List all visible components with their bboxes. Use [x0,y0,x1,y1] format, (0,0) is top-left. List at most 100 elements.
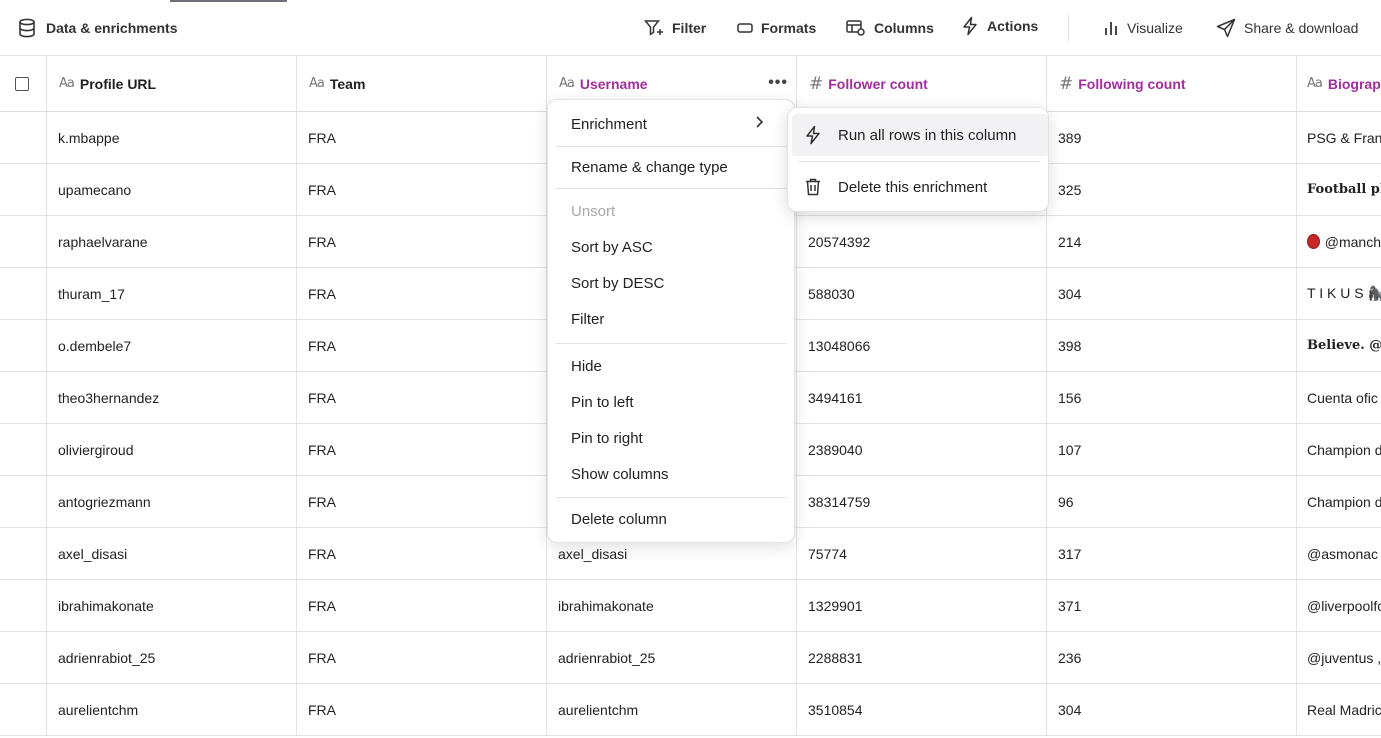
cell-username[interactable]: ibrahimakonate [547,580,797,631]
cell-biography[interactable]: @juventus , [1297,632,1381,683]
table-row[interactable]: adrienrabiot_25 FRA adrienrabiot_25 2288831… [0,632,1381,684]
cell-profile-url[interactable]: theo3hernandez [47,372,297,423]
more-options-icon[interactable]: ••• [768,74,788,92]
menu-item-pin-right[interactable]: Pin to right [548,422,794,454]
cell-profile-url[interactable]: thuram_17 [47,268,297,319]
menu-item-delete-column[interactable]: Delete column [548,503,794,535]
columns-button[interactable]: Columns [846,16,934,40]
cell-following-count[interactable]: 371 [1047,580,1297,631]
cell-biography[interactable]: T I K U S 🦍 [1297,268,1381,319]
cell-team[interactable]: FRA [297,112,547,163]
visualize-button[interactable]: Visualize [1103,16,1183,40]
cell-following-count[interactable]: 398 [1047,320,1297,371]
column-header-profile-url[interactable]: Aa Profile URL [47,56,297,112]
cell-follower-count[interactable]: 588030 [797,268,1047,319]
cell-team[interactable]: FRA [297,372,547,423]
menu-item-show-columns[interactable]: Show columns [548,458,794,490]
cell-team[interactable]: FRA [297,216,547,267]
cell-following-count[interactable]: 236 [1047,632,1297,683]
cell-profile-url[interactable]: k.mbappe [47,112,297,163]
menu-item-rename[interactable]: Rename & change type [548,151,794,183]
cell-follower-count[interactable]: 3494161 [797,372,1047,423]
cell-biography[interactable]: Cuenta ofic [1297,372,1381,423]
cell-biography[interactable]: Champion d [1297,476,1381,527]
cell-follower-count[interactable]: 3510854 [797,684,1047,735]
submenu-item-run-all-rows[interactable]: Run all rows in this column [792,114,1048,156]
column-header-follower-count[interactable]: # Follower count [797,56,1047,112]
cell-profile-url[interactable]: antogriezmann [47,476,297,527]
menu-item-enrichment[interactable]: Enrichment [548,108,794,140]
cell-biography[interactable]: Believe. @fc [1297,320,1381,371]
row-select-cell[interactable] [0,268,47,319]
row-select-cell[interactable] [0,424,47,475]
column-header-biography[interactable]: Aa Biograp [1297,56,1381,112]
menu-item-sort-asc[interactable]: Sort by ASC [548,231,794,263]
cell-following-count[interactable]: 317 [1047,528,1297,579]
cell-profile-url[interactable]: o.dembele7 [47,320,297,371]
cell-biography[interactable]: @liverpoolfc [1297,580,1381,631]
row-select-cell[interactable] [0,320,47,371]
menu-item-hide[interactable]: Hide [548,350,794,382]
cell-following-count[interactable]: 96 [1047,476,1297,527]
cell-username[interactable]: aurelientchm [547,684,797,735]
cell-username[interactable]: adrienrabiot_25 [547,632,797,683]
row-select-cell[interactable] [0,164,47,215]
row-select-cell[interactable] [0,684,47,735]
cell-following-count[interactable]: 304 [1047,684,1297,735]
cell-team[interactable]: FRA [297,632,547,683]
cell-profile-url[interactable]: aurelientchm [47,684,297,735]
cell-team[interactable]: FRA [297,164,547,215]
cell-biography[interactable]: Football pla [1297,164,1381,215]
cell-team[interactable]: FRA [297,528,547,579]
row-select-cell[interactable] [0,632,47,683]
cell-follower-count[interactable]: 75774 [797,528,1047,579]
actions-button[interactable]: Actions [961,14,1038,38]
cell-follower-count[interactable]: 20574392 [797,216,1047,267]
cell-team[interactable]: FRA [297,580,547,631]
row-select-cell[interactable] [0,528,47,579]
cell-profile-url[interactable]: axel_disasi [47,528,297,579]
cell-follower-count[interactable]: 1329901 [797,580,1047,631]
cell-biography[interactable]: @asmonac [1297,528,1381,579]
cell-team[interactable]: FRA [297,268,547,319]
select-all-checkbox[interactable] [15,77,29,91]
cell-team[interactable]: FRA [297,320,547,371]
cell-following-count[interactable]: 156 [1047,372,1297,423]
cell-following-count[interactable]: 304 [1047,268,1297,319]
cell-follower-count[interactable]: 13048066 [797,320,1047,371]
cell-profile-url[interactable]: raphaelvarane [47,216,297,267]
cell-follower-count[interactable]: 2389040 [797,424,1047,475]
cell-team[interactable]: FRA [297,684,547,735]
cell-follower-count[interactable]: 2288831 [797,632,1047,683]
cell-profile-url[interactable]: oliviergiroud [47,424,297,475]
formats-button[interactable]: Formats [737,16,816,40]
row-select-cell[interactable] [0,216,47,267]
filter-button[interactable]: Filter [644,16,706,40]
row-select-cell[interactable] [0,112,47,163]
menu-item-pin-left[interactable]: Pin to left [548,386,794,418]
row-select-cell[interactable] [0,372,47,423]
cell-following-count[interactable]: 389 [1047,112,1297,163]
table-row[interactable]: ibrahimakonate FRA ibrahimakonate 1329901 37… [0,580,1381,632]
cell-team[interactable]: FRA [297,476,547,527]
cell-profile-url[interactable]: ibrahimakonate [47,580,297,631]
column-header-following-count[interactable]: # Following count [1047,56,1297,112]
menu-item-filter[interactable]: Filter [548,303,794,335]
cell-following-count[interactable]: 214 [1047,216,1297,267]
menu-item-sort-desc[interactable]: Sort by DESC [548,267,794,299]
cell-profile-url[interactable]: adrienrabiot_25 [47,632,297,683]
cell-biography[interactable]: Real Madric [1297,684,1381,735]
table-row[interactable]: aurelientchm FRA aurelientchm 3510854 304 Rea… [0,684,1381,736]
cell-biography[interactable]: PSG & Franc [1297,112,1381,163]
cell-biography[interactable]: @manch [1297,216,1381,267]
column-header-team[interactable]: Aa Team [297,56,547,112]
cell-follower-count[interactable]: 38314759 [797,476,1047,527]
cell-team[interactable]: FRA [297,424,547,475]
share-download-button[interactable]: Share & download [1216,16,1358,40]
submenu-item-delete-enrichment[interactable]: Delete this enrichment [788,166,1048,208]
cell-profile-url[interactable]: upamecano [47,164,297,215]
row-select-cell[interactable] [0,580,47,631]
cell-following-count[interactable]: 107 [1047,424,1297,475]
row-select-cell[interactable] [0,476,47,527]
cell-biography[interactable]: Champion d [1297,424,1381,475]
